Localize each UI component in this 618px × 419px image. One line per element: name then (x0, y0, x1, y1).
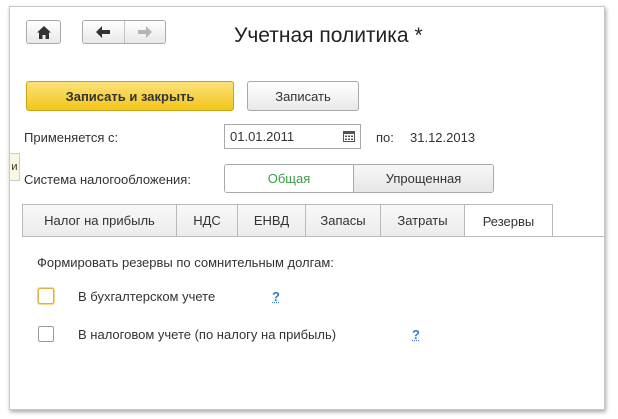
navigation-buttons (82, 20, 166, 44)
tab-inventory[interactable]: Запасы (305, 204, 381, 236)
forward-button[interactable] (123, 21, 166, 43)
home-button[interactable] (26, 20, 61, 44)
arrow-left-icon (96, 26, 111, 38)
tab-costs[interactable]: Затраты (380, 204, 465, 236)
tax-system-option-general[interactable]: Общая (225, 165, 354, 192)
save-and-close-button[interactable]: Записать и закрыть (26, 81, 234, 111)
tab-vat[interactable]: НДС (176, 204, 238, 236)
arrow-right-icon (137, 26, 152, 38)
reserves-heading: Формировать резервы по сомнительным долг… (37, 255, 334, 270)
checkbox-tax-reserve-label[interactable]: В налоговом учете (по налогу на прибыль) (78, 327, 336, 342)
period-from-label: Применяется с: (24, 130, 119, 145)
save-button[interactable]: Записать (247, 81, 359, 111)
back-button[interactable] (83, 21, 124, 43)
tab-bar: Налог на прибыль НДС ЕНВД Запасы Затраты… (22, 204, 553, 237)
period-to-label: по: (376, 130, 394, 145)
period-from-value: 01.01.2011 (230, 129, 295, 144)
tab-profit-tax[interactable]: Налог на прибыль (22, 204, 177, 236)
checkbox-accounting-reserve[interactable] (38, 288, 54, 304)
form-window: Учетная политика * Записать и закрыть За… (9, 6, 605, 410)
help-link-accounting[interactable]: ? (272, 289, 280, 304)
page-title: Учетная политика * (234, 24, 423, 47)
period-to-value: 31.12.2013 (410, 130, 476, 145)
checkbox-accounting-reserve-label[interactable]: В бухгалтерском учете (78, 289, 215, 304)
tab-envd[interactable]: ЕНВД (237, 204, 306, 236)
calendar-button[interactable] (338, 125, 360, 148)
tax-system-option-simplified[interactable]: Упрощенная (354, 165, 493, 192)
help-link-tax[interactable]: ? (412, 327, 420, 342)
checkbox-tax-reserve[interactable] (38, 326, 54, 342)
tax-system-label: Система налогообложения: (24, 172, 191, 187)
tab-content-divider (22, 236, 604, 237)
calendar-icon (343, 131, 355, 142)
period-from-field[interactable]: 01.01.2011 (224, 124, 361, 149)
tax-system-toggle: Общая Упрощенная (224, 164, 494, 193)
side-panel-stub[interactable]: и (10, 153, 20, 181)
tab-reserves[interactable]: Резервы (464, 204, 553, 237)
home-icon (36, 25, 51, 39)
